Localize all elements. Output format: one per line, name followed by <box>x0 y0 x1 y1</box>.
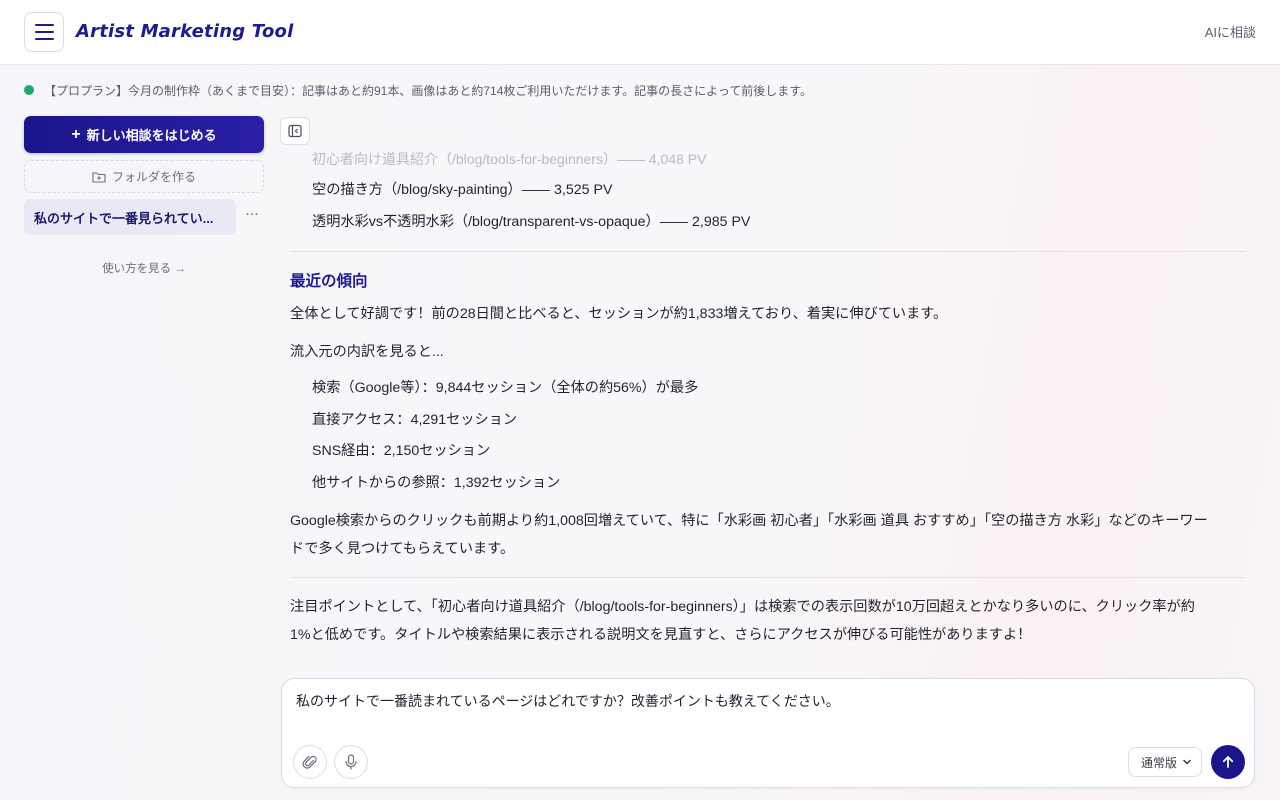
plan-notice: 【プロプラン】今月の制作枠（あくまで目安）：記事はあと約91本、画像はあと約71… <box>24 81 812 99</box>
voice-input-button[interactable] <box>334 745 368 779</box>
hamburger-icon <box>34 31 54 33</box>
plus-icon: + <box>71 125 81 143</box>
howto-link[interactable]: 使い方を見る → <box>24 260 264 276</box>
source-list-item: 検索（Google等）：9,844セッション（全体の約56%）が最多 <box>312 380 699 396</box>
source-list-item: 他サイトからの参照：1,392セッション <box>312 475 561 491</box>
google-paragraph-line: Google検索からのクリックも前期より約1,008回増えていて、特に「水彩画 … <box>290 513 1208 529</box>
app-header: Artist Marketing Tool AIに相談 <box>0 0 1280 65</box>
page-list-item: 透明水彩vs不透明水彩（/blog/transparent-vs-opaque）… <box>312 214 751 230</box>
source-list-item: SNS経由：2,150セッション <box>312 443 491 459</box>
source-list-item: 直接アクセス：4,291セッション <box>312 412 518 428</box>
chat-history-item[interactable]: 私のサイトで一番見られてい... <box>24 199 236 235</box>
message-composer[interactable]: 私のサイトで一番読まれているページはどれですか？改善ポイントも教えてください。 … <box>281 678 1255 788</box>
brand-logo[interactable]: Artist Marketing Tool <box>76 17 293 47</box>
ai-consult-link[interactable]: AIに相談 <box>1205 22 1256 41</box>
google-paragraph-line: ドで多く見つけてもらえています。 <box>290 541 515 557</box>
microphone-icon <box>345 754 357 770</box>
send-button[interactable] <box>1211 745 1245 779</box>
menu-button[interactable] <box>24 12 64 52</box>
sources-intro: 流入元の内訳を見ると... <box>290 344 444 360</box>
new-consult-button[interactable]: + 新しい相談をはじめる <box>24 116 264 153</box>
notice-paragraph-line: 注目ポイントとして、「初心者向け道具紹介（/blog/tools-for-beg… <box>290 599 1195 615</box>
chevron-down-icon <box>1183 759 1191 765</box>
new-folder-label: フォルダを作る <box>111 170 196 184</box>
model-select-value: 通常版 <box>1141 755 1178 770</box>
model-select[interactable]: 通常版 <box>1128 747 1202 777</box>
paperclip-icon <box>302 755 317 769</box>
hamburger-icon <box>34 24 54 26</box>
message-input[interactable]: 私のサイトで一番読まれているページはどれですか？改善ポイントも教えてください。 <box>296 691 840 711</box>
notice-paragraph-line: 1%と低めです。タイトルや検索結果に表示される説明文を見直すと、さらにアクセスが… <box>290 627 1032 643</box>
attach-button[interactable] <box>293 745 327 779</box>
new-folder-button[interactable]: フォルダを作る <box>24 160 264 193</box>
hamburger-icon <box>34 38 54 40</box>
arrow-up-icon <box>1222 756 1234 768</box>
page-list-item: 初心者向け道具紹介（/blog/tools-for-beginners）—— 4… <box>312 151 707 167</box>
trend-summary: 全体として好調です！前の28日間と比べると、セッションが約1,833増えており、… <box>290 306 948 322</box>
new-consult-label: 新しい相談をはじめる <box>86 128 217 143</box>
divider <box>290 251 1246 252</box>
more-options-icon[interactable]: ··· <box>242 206 262 226</box>
assistant-message: 初心者向け道具紹介（/blog/tools-for-beginners）—— 4… <box>290 145 1246 665</box>
status-dot-icon <box>24 85 34 95</box>
divider <box>290 577 1246 578</box>
page-list-item: 空の描き方（/blog/sky-painting）—— 3,525 PV <box>312 182 613 198</box>
collapse-sidebar-button[interactable] <box>280 117 310 145</box>
folder-plus-icon <box>92 171 106 183</box>
section-title: 最近の傾向 <box>290 273 368 290</box>
plan-notice-text: 【プロプラン】今月の制作枠（あくまで目安）：記事はあと約91本、画像はあと約71… <box>44 83 813 98</box>
sidebar-collapse-icon <box>288 124 302 138</box>
